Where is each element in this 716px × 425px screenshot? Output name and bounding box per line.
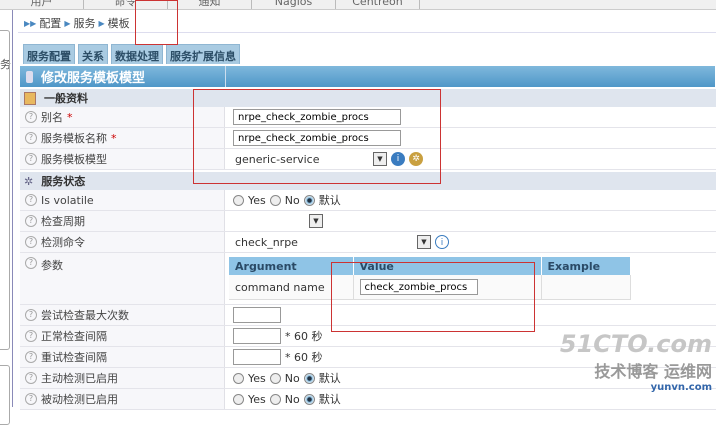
unit-label: * 60 秒 (285, 330, 323, 343)
option-label: 默认 (318, 372, 341, 385)
example-cell (541, 275, 631, 300)
chevron-down-icon[interactable]: ▼ (309, 214, 323, 228)
check-command-select[interactable]: check_nrpe ▼ (233, 234, 431, 251)
help-icon[interactable]: ? (25, 309, 37, 321)
help-icon[interactable]: ? (25, 393, 37, 405)
breadcrumb: ▶▶ 配置 ▶ 服务 ▶ 模板 (24, 15, 130, 31)
required-mark: * (111, 131, 117, 145)
help-icon[interactable]: ? (25, 194, 37, 206)
watermark-text: yunvn.com (650, 382, 712, 393)
tab-service-config[interactable]: 服务配置 (23, 44, 75, 64)
field-label: 服务模板名称 (41, 132, 107, 145)
help-icon[interactable]: ? (25, 215, 37, 227)
column-header: Example (541, 257, 631, 276)
help-icon[interactable]: ? (25, 330, 37, 342)
help-icon[interactable]: ? (25, 153, 37, 165)
sidebar-panel (0, 365, 10, 425)
gear-icon: ✲ (24, 174, 34, 188)
chevron-down-icon[interactable]: ▼ (417, 235, 431, 249)
radio-yes[interactable] (233, 393, 244, 405)
top-nav: 用户 命令 通知 Nagios Centreon (0, 0, 716, 10)
tab-data-processing[interactable]: 数据处理 (111, 44, 163, 64)
radio-no[interactable] (269, 393, 281, 405)
section-title: 服务状态 (41, 175, 86, 188)
nav-nagios[interactable]: Nagios (252, 0, 336, 9)
tab-bar: 服务配置 关系 数据处理 服务扩展信息 (23, 44, 240, 64)
field-label: 尝试检查最大次数 (41, 309, 129, 322)
selected-value: check_nrpe (235, 235, 298, 249)
row-check-period: ? 检查周期 ▼ (20, 211, 716, 232)
option-label: 默认 (318, 194, 341, 207)
field-label: 别名 (41, 111, 63, 124)
clipboard-icon (24, 91, 36, 105)
arrow-icon: ▶ (98, 18, 105, 28)
help-icon[interactable]: ? (25, 257, 37, 269)
left-sidebar: 务 (0, 10, 13, 425)
breadcrumb-item[interactable]: 模板 (108, 15, 130, 31)
arrow-icon: ▶ (64, 18, 71, 28)
radio-yes[interactable] (233, 372, 244, 384)
option-label: No (284, 193, 300, 207)
help-icon[interactable]: ? (25, 351, 37, 363)
tab-extended-info[interactable]: 服务扩展信息 (166, 44, 240, 64)
nav-notifications[interactable]: 通知 (168, 0, 252, 9)
radio-default[interactable] (303, 372, 315, 384)
field-label: 主动检测已启用 (41, 372, 118, 385)
option-label: Yes (248, 193, 266, 207)
option-label: Yes (248, 371, 266, 385)
option-label: 默认 (318, 393, 341, 406)
field-label: 被动检测已启用 (41, 393, 118, 406)
info-icon[interactable]: i (435, 235, 449, 249)
field-label: Is volatile (41, 193, 94, 207)
help-icon[interactable]: ? (25, 111, 37, 123)
watermark-text: 51CTO.com (559, 330, 712, 358)
breadcrumb-home-icon: ▶▶ (24, 18, 37, 28)
radio-no[interactable] (269, 372, 281, 384)
help-icon[interactable]: ? (25, 132, 37, 144)
unit-label: * 60 秒 (285, 351, 323, 364)
radio-no[interactable] (269, 194, 281, 206)
tab-relations[interactable]: 关系 (78, 44, 108, 64)
breadcrumb-item[interactable]: 配置 (39, 15, 61, 31)
row-check-command: ? 检测命令 check_nrpe ▼ i (20, 232, 716, 253)
retry-interval-input[interactable] (233, 349, 281, 365)
normal-interval-input[interactable] (233, 328, 281, 344)
radio-default[interactable] (303, 393, 315, 405)
field-label: 检查周期 (41, 215, 85, 228)
help-icon[interactable]: ? (25, 236, 37, 248)
nav-centreon[interactable]: Centreon (336, 0, 420, 9)
annotation-box (135, 0, 178, 45)
watermark: 51CTO.com 技术博客 运维网 yunvn.com (560, 330, 712, 393)
help-icon[interactable]: ? (25, 372, 37, 384)
form-header: 修改服务模板模型 (20, 66, 716, 87)
watermark-text: 技术博客 运维网 (594, 362, 712, 381)
annotation-box (331, 262, 535, 332)
option-label: No (284, 392, 300, 406)
radio-yes[interactable] (233, 194, 244, 206)
option-label: No (284, 371, 300, 385)
max-attempts-input[interactable] (233, 307, 281, 323)
radio-default[interactable] (303, 194, 315, 206)
nav-users[interactable]: 用户 (0, 0, 84, 9)
sidebar-panel (0, 30, 10, 350)
check-period-select[interactable]: ▼ (233, 213, 323, 230)
option-label: Yes (248, 392, 266, 406)
row-is-volatile: ? Is volatile Yes No 默认 (20, 190, 716, 211)
form-title: 修改服务模板模型 (41, 71, 146, 86)
section-title: 一般资料 (44, 92, 88, 105)
database-icon (26, 70, 33, 83)
field-label: 参数 (41, 259, 63, 272)
required-mark: * (67, 110, 73, 124)
field-label: 服务模板模型 (41, 153, 107, 166)
divider (18, 32, 716, 33)
breadcrumb-item[interactable]: 服务 (73, 15, 95, 31)
field-label: 检测命令 (41, 236, 85, 249)
field-label: 重试检查间隔 (41, 351, 107, 364)
field-label: 正常检查间隔 (41, 330, 107, 343)
annotation-box (193, 89, 441, 184)
